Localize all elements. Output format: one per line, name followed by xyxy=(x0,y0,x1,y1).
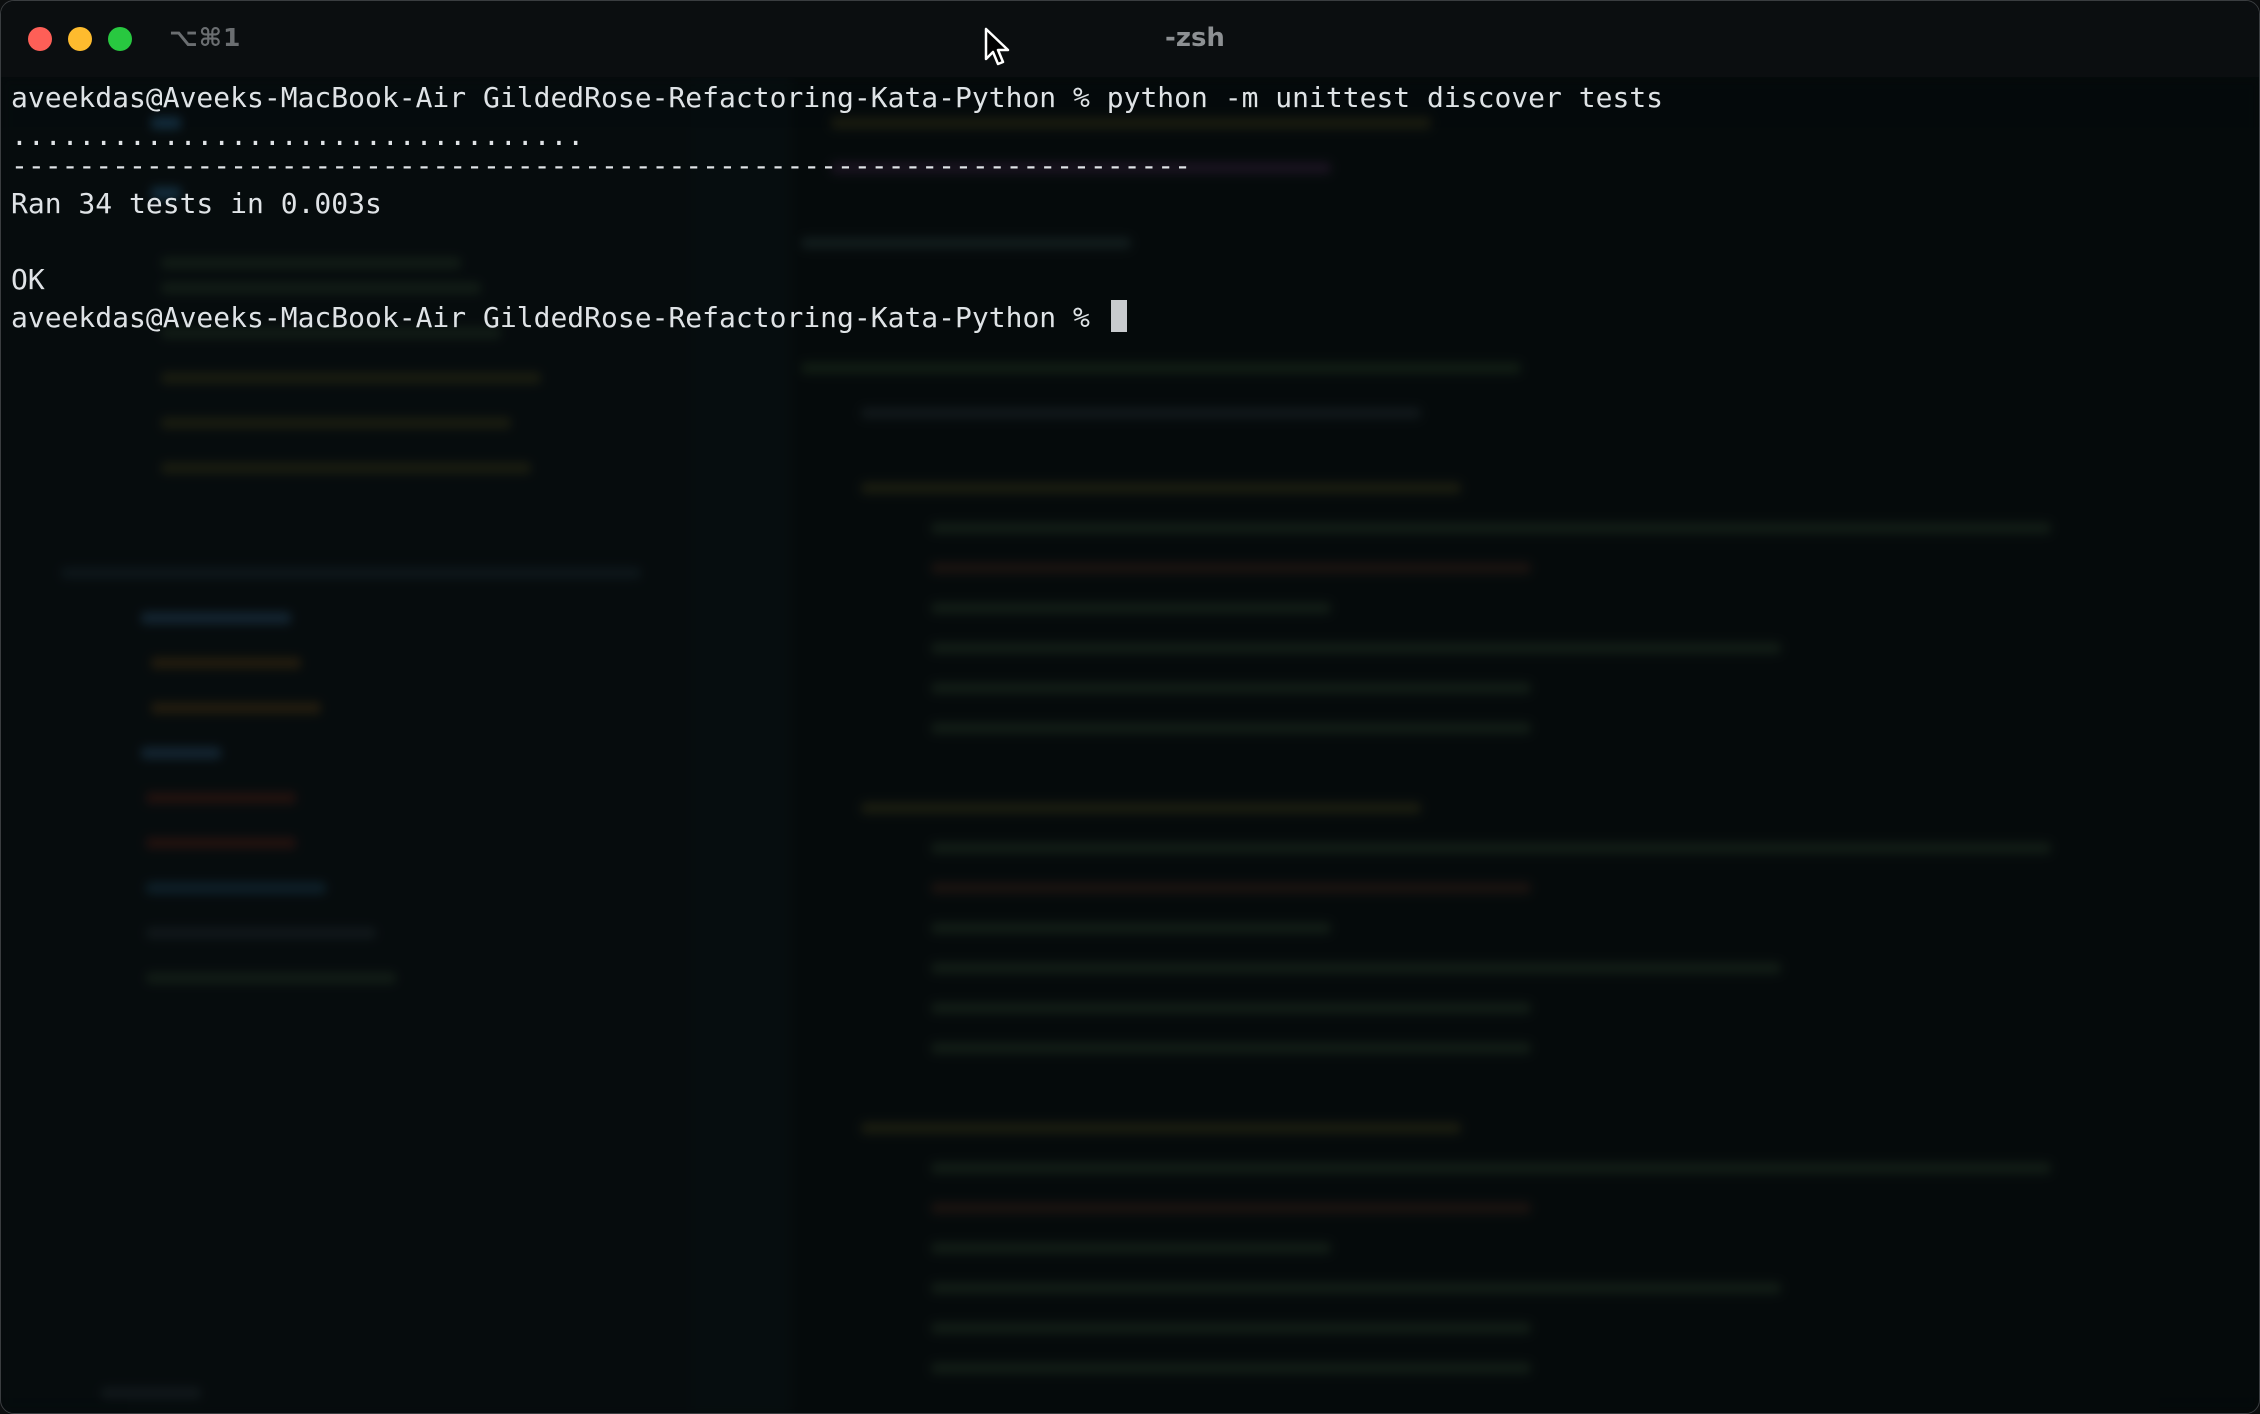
terminal-output[interactable]: aveekdas@Aveeks-MacBook-Air GildedRose-R… xyxy=(11,79,2251,337)
active-prompt-line[interactable]: aveekdas@Aveeks-MacBook-Air GildedRose-R… xyxy=(11,299,2251,337)
window-title: -zsh xyxy=(1165,23,1225,53)
terminal-window: ⌥⌘1 -zsh aveekdas@Aveeks-MacBook-Air Gil… xyxy=(0,0,2260,1414)
mouse-pointer-icon xyxy=(984,27,1010,66)
shell-prompt: aveekdas@Aveeks-MacBook-Air GildedRose-R… xyxy=(11,301,1107,334)
command-line: aveekdas@Aveeks-MacBook-Air GildedRose-R… xyxy=(11,79,2251,117)
test-summary: Ran 34 tests in 0.003s xyxy=(11,187,382,220)
shell-prompt: aveekdas@Aveeks-MacBook-Air GildedRose-R… xyxy=(11,81,1107,114)
text-cursor xyxy=(1110,300,1127,332)
command-text: python -m unittest discover tests xyxy=(1106,81,1664,114)
separator-line: ----------------------------------------… xyxy=(11,149,1192,182)
title-bar: ⌥⌘1 -zsh xyxy=(1,1,2259,77)
test-result: OK xyxy=(11,263,45,296)
